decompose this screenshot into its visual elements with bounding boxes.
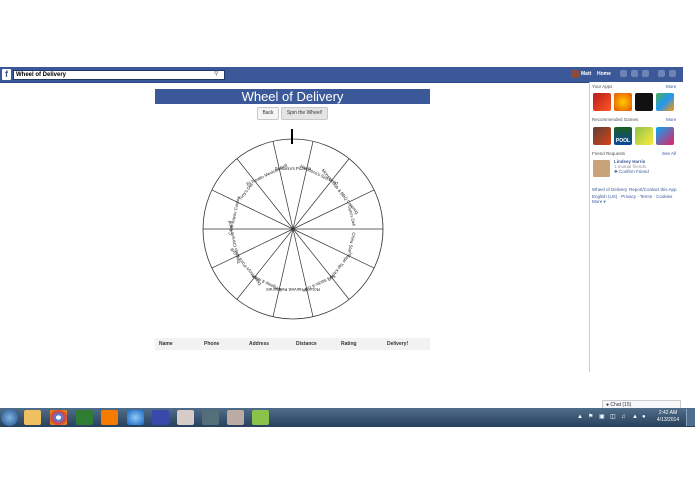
game-icon[interactable] (656, 127, 674, 145)
notepad-icon[interactable] (252, 410, 269, 425)
chrome-icon[interactable] (50, 410, 67, 425)
volume-icon[interactable]: ♫ (621, 414, 626, 421)
confirm-friend-button[interactable]: ✚ Confirm Friend (614, 169, 649, 175)
report-app-link[interactable]: Report/Contact this App (629, 187, 677, 193)
windows-start-icon[interactable] (1, 409, 18, 426)
flag-icon[interactable]: ⚑ (588, 414, 593, 421)
clock-time: 2:42 AM (658, 410, 678, 416)
show-desktop-button[interactable] (686, 409, 695, 426)
tray-app-icon[interactable]: ● (642, 414, 646, 421)
recommended-more-link[interactable]: More (666, 117, 676, 123)
friend-requests-see-all-link[interactable]: See All (662, 151, 676, 157)
your-apps-heading: Your Apps (592, 84, 613, 89)
recommended-games-heading: Recommended Games (592, 117, 639, 122)
app-icon[interactable] (635, 93, 653, 111)
col-delivery-header: Delivery! (387, 341, 409, 347)
clock-date: 4/13/2014 (656, 417, 680, 423)
network-tray-icon[interactable]: ◫ (610, 414, 616, 421)
excel-icon[interactable] (76, 410, 93, 425)
wheel-segment-label: Santorini's Pizzeria (275, 166, 312, 171)
col-rating-header: Rating (341, 341, 357, 347)
terminal-icon[interactable] (202, 410, 219, 425)
wifi-icon[interactable]: ▲ (632, 414, 638, 421)
tray-expand-icon[interactable]: ▲ (577, 414, 583, 421)
media-player-icon[interactable] (101, 410, 118, 425)
taskbar-clock[interactable]: 2:42 AM 4/13/2014 (652, 410, 684, 424)
right-sidebar (589, 82, 684, 372)
wheel-pointer (291, 129, 293, 144)
pool-game-icon[interactable]: POOL (614, 127, 632, 145)
app-icon[interactable] (656, 93, 674, 111)
col-address-header: Address (249, 341, 270, 347)
friend-avatar[interactable] (593, 160, 610, 177)
network-icon[interactable] (152, 410, 169, 425)
col-phone-header: Phone (204, 341, 220, 347)
folder-icon[interactable] (177, 410, 194, 425)
app-name-link[interactable]: Wheel of Delivery (592, 187, 627, 193)
footer-more-link[interactable]: More ▾ (592, 199, 606, 205)
explorer-icon[interactable] (24, 410, 41, 425)
app-icon[interactable] (614, 93, 632, 111)
col-distance-header: Distance (296, 341, 317, 347)
game-icon[interactable] (635, 127, 653, 145)
col-name-header: Name (159, 341, 173, 347)
game-icon[interactable] (593, 127, 611, 145)
your-apps-more-link[interactable]: More (666, 84, 676, 90)
friend-requests-heading: Friend Requests (592, 151, 626, 156)
monitor-icon[interactable]: ▣ (599, 414, 605, 421)
ie-icon[interactable] (127, 410, 144, 425)
paint-icon[interactable] (227, 410, 244, 425)
app-icon[interactable] (593, 93, 611, 111)
